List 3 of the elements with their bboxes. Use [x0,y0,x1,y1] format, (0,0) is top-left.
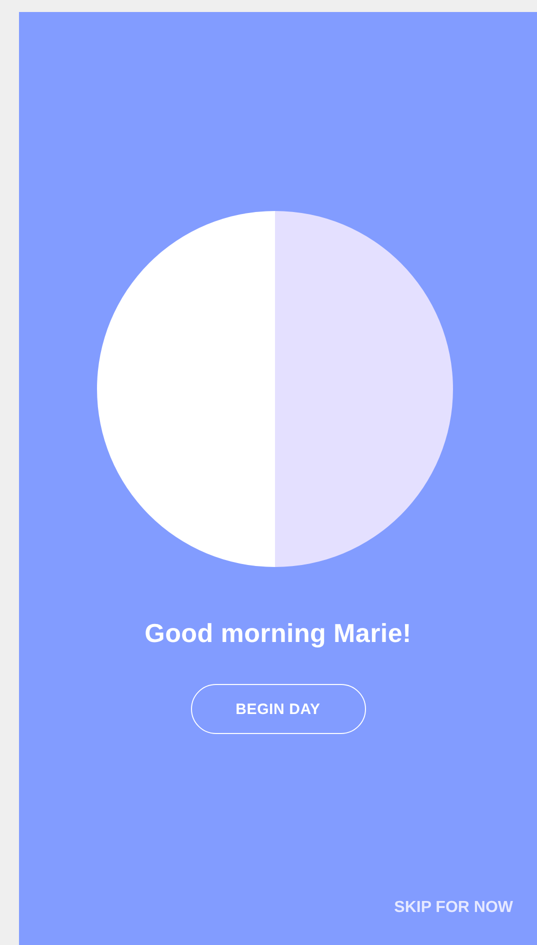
skip-link[interactable]: SKIP FOR NOW [394,899,513,917]
greeting-heading: Good morning Marie! [144,618,412,649]
begin-day-button[interactable]: BEGIN DAY [190,684,366,734]
